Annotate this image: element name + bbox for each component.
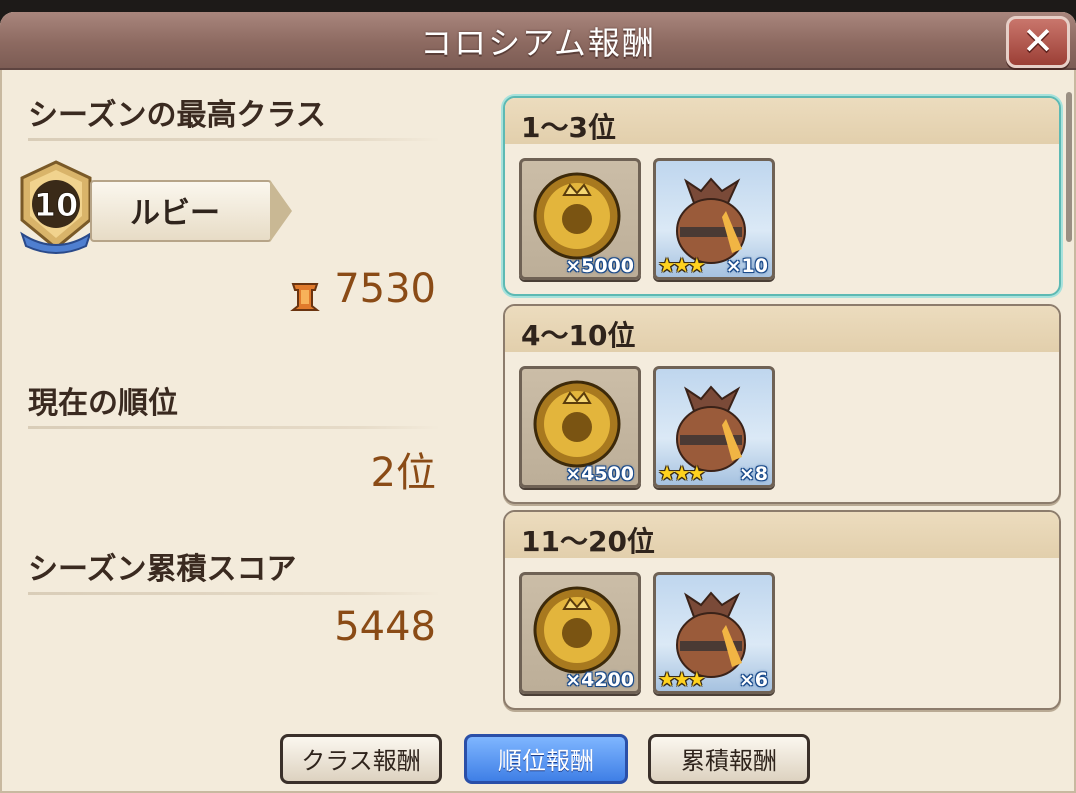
colosseum-reward-dialog: コロシアム報酬 ✕ シーズンの最高クラス 10 ルビー 7530 現在の順位 2…: [0, 12, 1076, 793]
rank-range: 1〜3位: [521, 111, 616, 144]
cumulative-score: 5448: [334, 604, 436, 650]
star-icon: ★★★: [658, 667, 706, 691]
item-count: ×4500: [565, 463, 634, 485]
current-rank-label: 現在の順位: [28, 386, 178, 421]
item-count: ×6: [738, 669, 768, 691]
tab-cumulative-reward[interactable]: 累積報酬: [648, 734, 810, 784]
title-bar: コロシアム報酬 ✕: [0, 12, 1076, 70]
reward-card[interactable]: 1〜3位 ×5000 ★★★ ×10: [503, 96, 1061, 296]
card-header: 11〜20位: [505, 512, 1059, 558]
class-level: 10: [34, 186, 79, 224]
rank-range: 4〜10位: [521, 319, 636, 352]
class-name: ルビー: [130, 196, 220, 231]
current-rank: 2位: [370, 450, 436, 496]
item-count: ×8: [738, 463, 768, 485]
class-rank-badge-icon: 10: [20, 160, 92, 254]
rank-range: 11〜20位: [521, 525, 655, 558]
medal-reward[interactable]: ×5000: [519, 158, 641, 280]
bag-reward[interactable]: ★★★ ×8: [653, 366, 775, 488]
item-count: ×4200: [565, 669, 634, 691]
tab-rank-reward[interactable]: 順位報酬: [464, 734, 628, 784]
card-header: 1〜3位: [505, 98, 1059, 144]
close-icon: ✕: [1022, 19, 1054, 63]
scrollbar[interactable]: [1066, 92, 1072, 242]
bag-reward[interactable]: ★★★ ×10: [653, 158, 775, 280]
medal-reward[interactable]: ×4200: [519, 572, 641, 694]
medal-reward[interactable]: ×4500: [519, 366, 641, 488]
close-button[interactable]: ✕: [1006, 16, 1070, 68]
card-header: 4〜10位: [505, 306, 1059, 352]
divider: [28, 592, 440, 595]
star-icon: ★★★: [658, 461, 706, 485]
item-count: ×5000: [565, 255, 634, 277]
best-class-label: シーズンの最高クラス: [28, 98, 326, 133]
divider: [28, 138, 440, 141]
trophy-count: 7530: [334, 266, 436, 312]
trophy-icon: [290, 283, 320, 311]
bag-reward[interactable]: ★★★ ×6: [653, 572, 775, 694]
reward-card[interactable]: 11〜20位 ×4200 ★★★ ×6: [503, 510, 1061, 710]
divider: [28, 426, 440, 429]
tab-class-reward[interactable]: クラス報酬: [280, 734, 442, 784]
star-icon: ★★★: [658, 253, 706, 277]
score-label: シーズン累積スコア: [28, 552, 297, 587]
dialog-title: コロシアム報酬: [420, 24, 656, 62]
item-count: ×10: [725, 255, 768, 277]
reward-card[interactable]: 4〜10位 ×4500 ★★★ ×8: [503, 304, 1061, 504]
